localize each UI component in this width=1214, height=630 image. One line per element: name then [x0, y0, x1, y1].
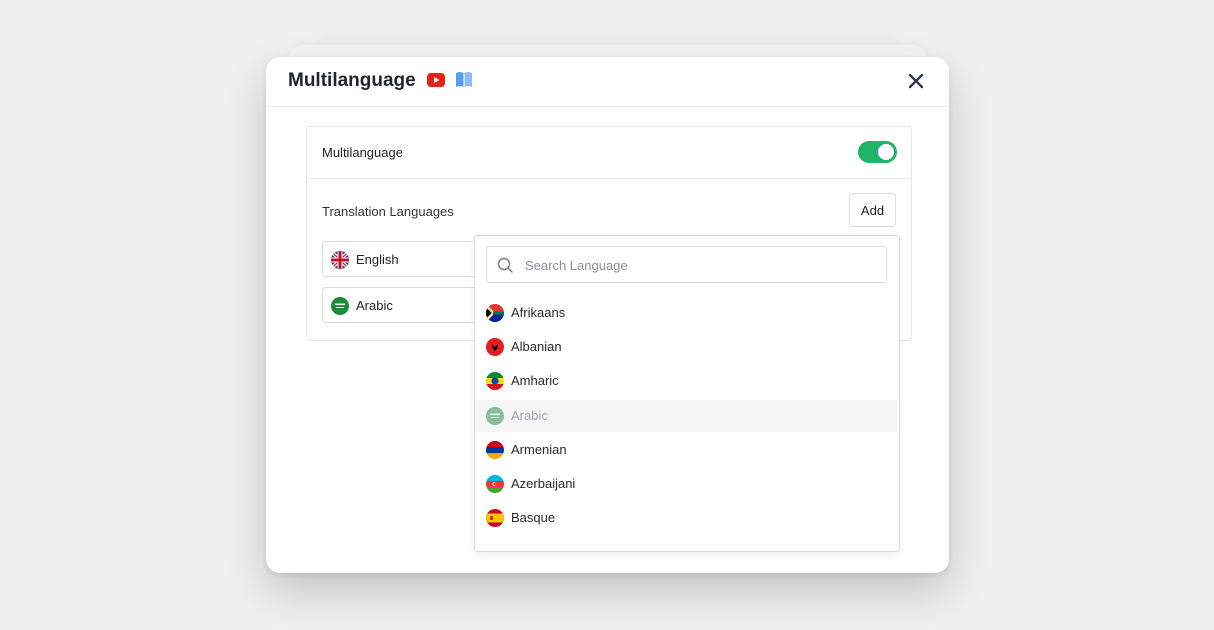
selected-language-label: English: [356, 252, 399, 267]
ethiopia-flag-icon: [486, 372, 504, 390]
language-option-label: Basque: [511, 510, 556, 525]
saudi-flag-icon: [486, 407, 504, 425]
saudi-flag-icon: [331, 297, 349, 315]
south-africa-flag-icon: [486, 304, 504, 322]
language-option-amharic[interactable]: Amharic: [475, 365, 897, 397]
book-icon[interactable]: [455, 71, 473, 88]
selected-language-arabic[interactable]: Arabic: [322, 287, 492, 323]
language-option-label: Armenian: [511, 442, 567, 457]
language-option-label: Arabic: [511, 408, 548, 423]
multilanguage-label: Multilanguage: [322, 145, 403, 160]
language-option-arabic: Arabic: [475, 400, 897, 432]
language-option-albanian[interactable]: Albanian: [475, 331, 897, 363]
albania-flag-icon: [486, 338, 504, 356]
language-option-basque[interactable]: Basque: [475, 502, 897, 534]
language-option-afrikaans[interactable]: Afrikaans: [475, 297, 897, 329]
multilanguage-toggle[interactable]: [858, 141, 897, 163]
language-search[interactable]: [486, 246, 887, 283]
selected-language-label: Arabic: [356, 298, 393, 313]
modal-title: Multilanguage: [288, 70, 416, 91]
armenia-flag-icon: [486, 441, 504, 459]
language-option-azerbaijani[interactable]: Azerbaijani: [475, 468, 897, 500]
language-option-label: Afrikaans: [511, 305, 566, 320]
language-option-label: Albanian: [511, 339, 562, 354]
selected-language-english[interactable]: English: [322, 241, 492, 277]
azerbaijan-flag-icon: [486, 475, 504, 493]
language-option-label: Amharic: [511, 373, 559, 388]
search-icon: [497, 257, 513, 273]
youtube-icon[interactable]: [427, 73, 445, 87]
language-option-label: Azerbaijani: [511, 476, 576, 491]
close-icon[interactable]: [906, 71, 926, 91]
translation-languages-label: Translation Languages: [322, 204, 454, 219]
multilanguage-row: Multilanguage: [307, 127, 911, 179]
search-language-input[interactable]: [523, 248, 877, 283]
spain-flag-icon: [486, 509, 504, 527]
uk-flag-icon: [331, 251, 349, 269]
language-dropdown: Afrikaans Albanian Amharic Arabic: [474, 235, 900, 552]
add-language-button[interactable]: Add: [849, 193, 896, 227]
language-option-armenian[interactable]: Armenian: [475, 434, 897, 466]
modal-header: Multilanguage: [266, 57, 949, 107]
toggle-knob: [878, 144, 894, 160]
